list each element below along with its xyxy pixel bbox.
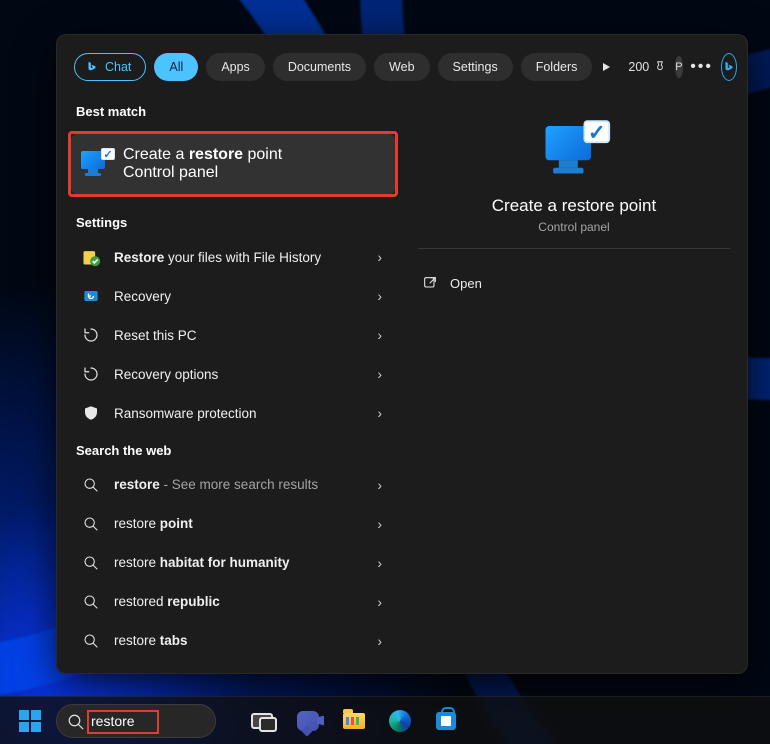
recovery-options-icon xyxy=(80,363,102,385)
chevron-right-icon: › xyxy=(377,594,382,610)
search-icon xyxy=(80,474,102,496)
folder-icon xyxy=(343,713,365,729)
chevron-right-icon: › xyxy=(377,366,382,382)
more-icon[interactable]: ••• xyxy=(691,56,713,78)
list-item-label: restore point xyxy=(114,516,365,531)
best-match-title: Create a restore point xyxy=(123,146,282,164)
list-item-label: Reset this PC xyxy=(114,328,365,343)
bing-badge[interactable] xyxy=(721,53,737,81)
settings-item-ransomware[interactable]: Ransomware protection › xyxy=(74,394,392,433)
task-view-button[interactable] xyxy=(242,701,282,741)
filter-overflow-play-icon[interactable] xyxy=(600,56,612,78)
search-filter-row: Chat All Apps Documents Web Settings Fol… xyxy=(74,52,730,82)
search-icon xyxy=(80,513,102,535)
preview-pane: ✓ Create a restore point Control panel O… xyxy=(392,98,730,660)
results-column: Best match ✓ Create a restore point Cont… xyxy=(74,98,392,660)
list-item-label: Recovery options xyxy=(114,367,365,382)
reset-pc-icon xyxy=(80,324,102,346)
best-match-subtitle: Control panel xyxy=(123,164,218,181)
rewards-value: 200 xyxy=(628,60,649,74)
open-label: Open xyxy=(450,276,482,291)
taskbar-search-box[interactable] xyxy=(56,704,216,738)
windows-logo-icon xyxy=(19,710,41,732)
chevron-right-icon: › xyxy=(377,477,382,493)
preview-subtitle: Control panel xyxy=(538,220,609,234)
avatar-initial: P xyxy=(675,61,682,73)
rewards-points[interactable]: 200 xyxy=(628,60,667,74)
list-item-label: restore habitat for humanity xyxy=(114,555,365,570)
filter-web[interactable]: Web xyxy=(374,53,429,81)
recovery-icon xyxy=(80,285,102,307)
list-item-label: restore tabs xyxy=(114,633,365,648)
chevron-right-icon: › xyxy=(377,288,382,304)
chevron-right-icon: › xyxy=(377,555,382,571)
search-icon xyxy=(80,591,102,613)
preview-open-action[interactable]: Open xyxy=(418,265,730,301)
chat-pill[interactable]: Chat xyxy=(74,53,146,81)
file-history-icon xyxy=(80,246,102,268)
rewards-medal-icon xyxy=(653,60,667,74)
filter-folders[interactable]: Folders xyxy=(521,53,593,81)
file-explorer-button[interactable] xyxy=(334,701,374,741)
chevron-right-icon: › xyxy=(377,327,382,343)
start-button[interactable] xyxy=(10,701,50,741)
section-best-match: Best match xyxy=(76,104,392,119)
settings-item-reset-pc[interactable]: Reset this PC › xyxy=(74,316,392,355)
list-item-label: Ransomware protection xyxy=(114,406,365,421)
chat-icon xyxy=(297,711,319,731)
chat-button[interactable] xyxy=(288,701,328,741)
section-settings: Settings xyxy=(76,215,392,230)
web-item-restore-point[interactable]: restore point › xyxy=(74,504,392,543)
edge-button[interactable] xyxy=(380,701,420,741)
filter-apps[interactable]: Apps xyxy=(206,53,265,81)
edge-icon xyxy=(389,710,411,732)
web-item-restored-republic[interactable]: restored republic › xyxy=(74,582,392,621)
best-match-result[interactable]: ✓ Create a restore point Control panel xyxy=(71,134,395,194)
search-flyout: Chat All Apps Documents Web Settings Fol… xyxy=(56,34,748,674)
chevron-right-icon: › xyxy=(377,249,382,265)
web-item-restore[interactable]: restore - See more search results › xyxy=(74,466,392,505)
store-icon xyxy=(436,712,456,730)
web-item-habitat[interactable]: restore habitat for humanity › xyxy=(74,543,392,582)
shield-icon xyxy=(80,402,102,424)
user-avatar[interactable]: P xyxy=(675,56,682,78)
search-icon xyxy=(80,552,102,574)
section-search-web: Search the web xyxy=(76,443,392,458)
filter-all[interactable]: All xyxy=(154,53,198,81)
preview-title: Create a restore point xyxy=(492,196,656,216)
list-item-label: Restore your files with File History xyxy=(114,250,365,265)
taskbar xyxy=(0,696,770,744)
settings-item-file-history[interactable]: Restore your files with File History › xyxy=(74,238,392,277)
chevron-right-icon: › xyxy=(377,516,382,532)
list-item-label: Recovery xyxy=(114,289,365,304)
chat-pill-label: Chat xyxy=(105,60,131,74)
restore-point-icon: ✓ xyxy=(81,151,111,177)
bing-icon xyxy=(722,60,736,74)
chevron-right-icon: › xyxy=(377,633,382,649)
open-external-icon xyxy=(422,275,438,291)
chevron-right-icon: › xyxy=(377,405,382,421)
best-match-highlight-box: ✓ Create a restore point Control panel xyxy=(68,131,398,197)
filter-documents[interactable]: Documents xyxy=(273,53,366,81)
web-item-restore-tabs[interactable]: restore tabs › xyxy=(74,621,392,660)
settings-item-recovery[interactable]: Recovery › xyxy=(74,277,392,316)
search-icon xyxy=(67,713,85,731)
list-item-label: restored republic xyxy=(114,594,365,609)
preview-app-icon: ✓ xyxy=(546,126,603,175)
settings-item-recovery-options[interactable]: Recovery options › xyxy=(74,355,392,394)
store-button[interactable] xyxy=(426,701,466,741)
divider xyxy=(418,248,730,249)
taskbar-search-input[interactable] xyxy=(91,713,203,729)
bing-small-icon xyxy=(85,60,99,74)
search-icon xyxy=(80,630,102,652)
filter-settings[interactable]: Settings xyxy=(438,53,513,81)
task-view-icon xyxy=(251,713,273,729)
list-item-label: restore - See more search results xyxy=(114,477,365,492)
